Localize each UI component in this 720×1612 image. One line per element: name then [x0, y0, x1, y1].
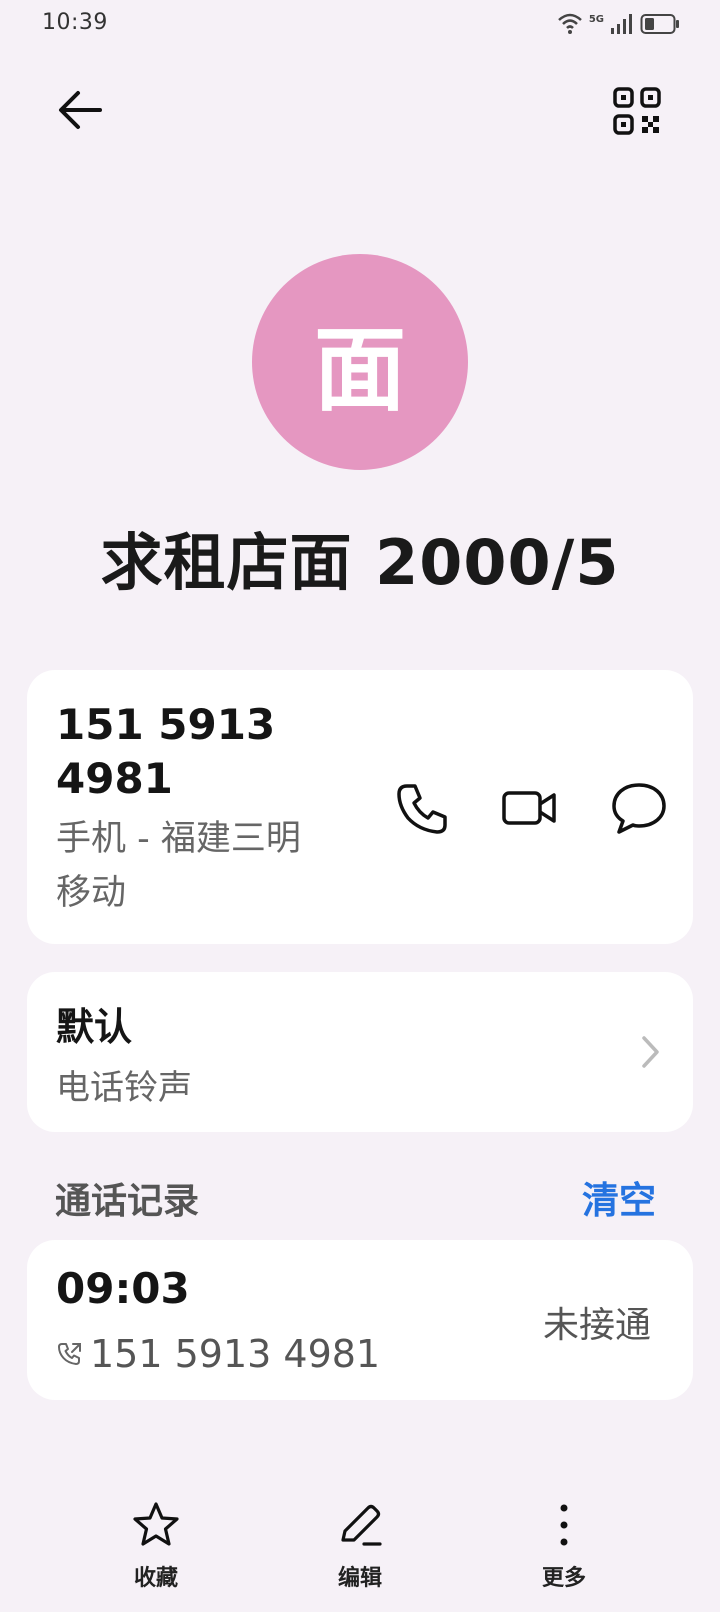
phone-label: 手机 - 福建三明 移动: [56, 812, 366, 920]
more-button[interactable]: 更多: [494, 1500, 634, 1600]
network-type-label: 5G: [588, 13, 604, 25]
qr-code-icon: [613, 87, 661, 135]
pencil-icon: [341, 1504, 382, 1546]
favorite-label: 收藏: [133, 1566, 178, 1591]
battery-icon: [640, 14, 679, 34]
clear-log-button[interactable]: 清空: [582, 1170, 656, 1224]
call-log-status: 未接通: [543, 1305, 652, 1346]
call-log-title: 通话记录: [55, 1181, 200, 1222]
qr-code-button[interactable]: [612, 86, 662, 136]
edit-label: 编辑: [337, 1566, 382, 1591]
phone-number-line1: 151 5913: [56, 700, 276, 749]
phone-number-line2: 4981: [56, 754, 173, 803]
ringtone-subtitle: 电话铃声: [56, 1068, 192, 1108]
contact-name: 求租店面 2000/5: [100, 526, 620, 599]
phone-label-line1: 手机 - 福建三明: [56, 819, 301, 859]
avatar-letter: 面: [313, 316, 406, 424]
video-icon: [502, 791, 556, 825]
ringtone-title: 默认: [56, 1005, 133, 1049]
chevron-right-icon: [642, 1036, 659, 1068]
phone-icon: [397, 784, 447, 834]
message-button[interactable]: [609, 778, 669, 838]
status-icons: 5G: [557, 10, 680, 38]
video-call-button[interactable]: [500, 778, 560, 838]
call-button[interactable]: [393, 778, 453, 838]
edit-button[interactable]: 编辑: [290, 1500, 430, 1600]
phone-number: 151 5913 4981: [56, 698, 356, 806]
bottom-action-bar: 收藏 编辑 更多: [0, 1500, 720, 1612]
wifi-icon: [557, 13, 582, 34]
more-vertical-icon: [560, 1504, 568, 1546]
contact-avatar[interactable]: 面: [252, 254, 468, 470]
call-log-entry[interactable]: 09:03 151 5913 4981 未接通: [27, 1240, 693, 1400]
status-bar: 10:39 5G: [0, 0, 720, 48]
favorite-button[interactable]: 收藏: [86, 1500, 226, 1600]
call-log-number: 151 5913 4981: [90, 1332, 381, 1376]
more-label: 更多: [541, 1566, 586, 1591]
ringtone-card[interactable]: 默认 电话铃声: [27, 972, 693, 1132]
outgoing-call-icon: [58, 1343, 81, 1365]
call-log-number-row: 151 5913 4981: [56, 1332, 380, 1376]
phone-label-line2: 移动: [56, 873, 127, 913]
arrow-left-icon: [59, 91, 102, 129]
signal-icon: [611, 14, 632, 34]
status-time: 10:39: [42, 10, 108, 35]
message-icon: [612, 783, 666, 834]
back-button[interactable]: [52, 82, 108, 138]
star-icon: [133, 1502, 179, 1546]
phone-card[interactable]: 151 5913 4981 手机 - 福建三明 移动: [27, 670, 693, 944]
call-log-time: 09:03: [56, 1264, 190, 1313]
